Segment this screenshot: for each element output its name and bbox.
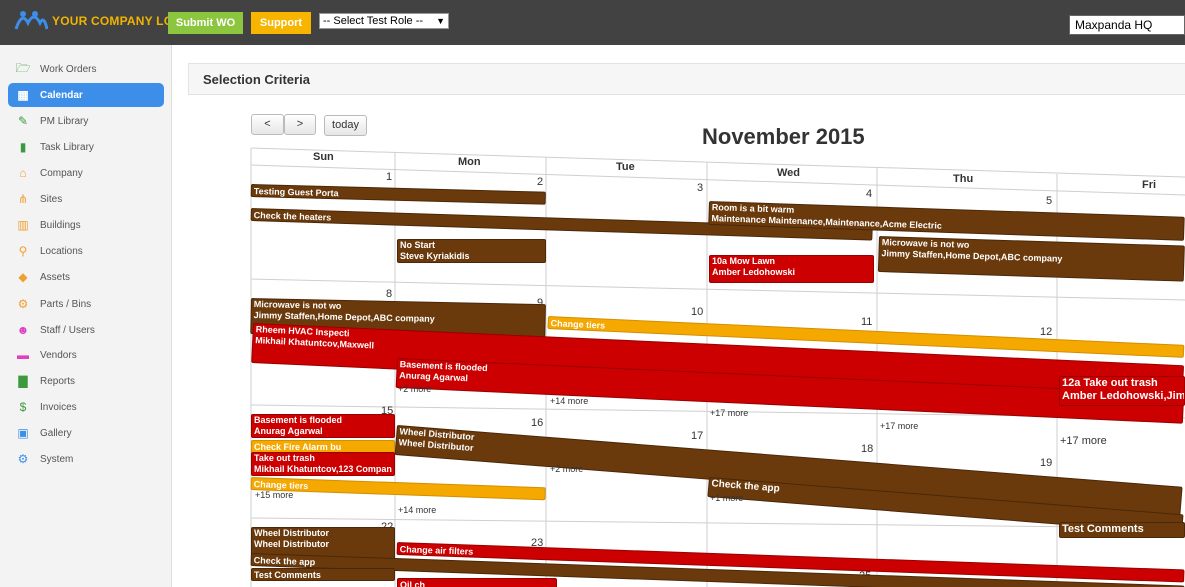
event-title: Wheel Distributor (254, 528, 330, 538)
day-number[interactable]: 2 (537, 176, 543, 188)
calendar-event[interactable]: No Start Steve Kyriakidis (397, 239, 546, 263)
event-assignee: Anurag Agarwal (254, 426, 323, 436)
more-link[interactable]: +17 more (1060, 435, 1107, 447)
day-number[interactable]: 19 (1040, 457, 1052, 469)
event-title: No Start (400, 240, 436, 250)
weekday-wed: Wed (777, 167, 801, 179)
more-link[interactable]: +2 more (398, 384, 431, 394)
day-number[interactable]: 10 (691, 306, 703, 318)
event-title: 10a Mow Lawn (712, 256, 776, 266)
event-assignee: Wheel Distributor (254, 539, 330, 549)
calendar-event[interactable]: Take out trash Mikhail Khatuntcov,123 Co… (251, 452, 395, 476)
calendar-event[interactable]: Test Comments (1059, 522, 1185, 538)
weekday-fri: Fri (1142, 179, 1157, 191)
day-number[interactable]: 17 (691, 430, 703, 442)
weekday-sun: Sun (313, 151, 334, 163)
calendar-event[interactable]: 10a Mow Lawn Amber Ledohowski (709, 255, 874, 283)
day-number[interactable]: 18 (861, 443, 873, 455)
calendar-event[interactable]: 12a Take out trash Amber Ledohowski,Jim (1059, 376, 1185, 406)
event-assignee: Mikhail Khatuntcov,123 Compan (254, 464, 392, 474)
event-assignee: Amber Ledohowski (712, 267, 796, 277)
calendar-event[interactable]: Basement is flooded Anurag Agarwal (251, 414, 395, 438)
day-number[interactable]: 4 (866, 188, 872, 200)
calendar-event[interactable]: Oil ch (397, 578, 557, 587)
more-link[interactable]: +15 more (255, 490, 293, 500)
more-link[interactable]: +17 more (880, 421, 918, 431)
event-title: 12a Take out trash (1062, 377, 1158, 389)
event-title: Take out trash (254, 453, 315, 463)
event-assignee: Steve Kyriakidis (400, 251, 470, 261)
more-link[interactable]: +2 more (550, 464, 583, 474)
weekday-tue: Tue (616, 161, 635, 173)
day-number[interactable]: 1 (386, 171, 392, 183)
day-number[interactable]: 3 (697, 182, 703, 194)
more-link[interactable]: +14 more (550, 396, 588, 406)
weekday-mon: Mon (458, 156, 481, 168)
weekday-thu: Thu (953, 173, 974, 185)
event-title: Basement is flooded (254, 415, 343, 425)
more-link[interactable]: +14 more (398, 505, 436, 515)
day-number[interactable]: 12 (1040, 326, 1052, 338)
calendar-event[interactable]: Test Comments (251, 568, 395, 581)
day-number[interactable]: 11 (861, 316, 872, 328)
event-assignee: Amber Ledohowski,Jim (1062, 390, 1185, 402)
day-number[interactable]: 8 (386, 288, 392, 300)
more-link[interactable]: +1 more (710, 493, 743, 503)
day-number[interactable]: 16 (531, 417, 543, 429)
day-number[interactable]: 5 (1046, 195, 1052, 207)
more-link[interactable]: +17 more (710, 408, 748, 418)
calendar: < > today November 2015 Sun Mon Tue Wed … (0, 0, 1185, 587)
